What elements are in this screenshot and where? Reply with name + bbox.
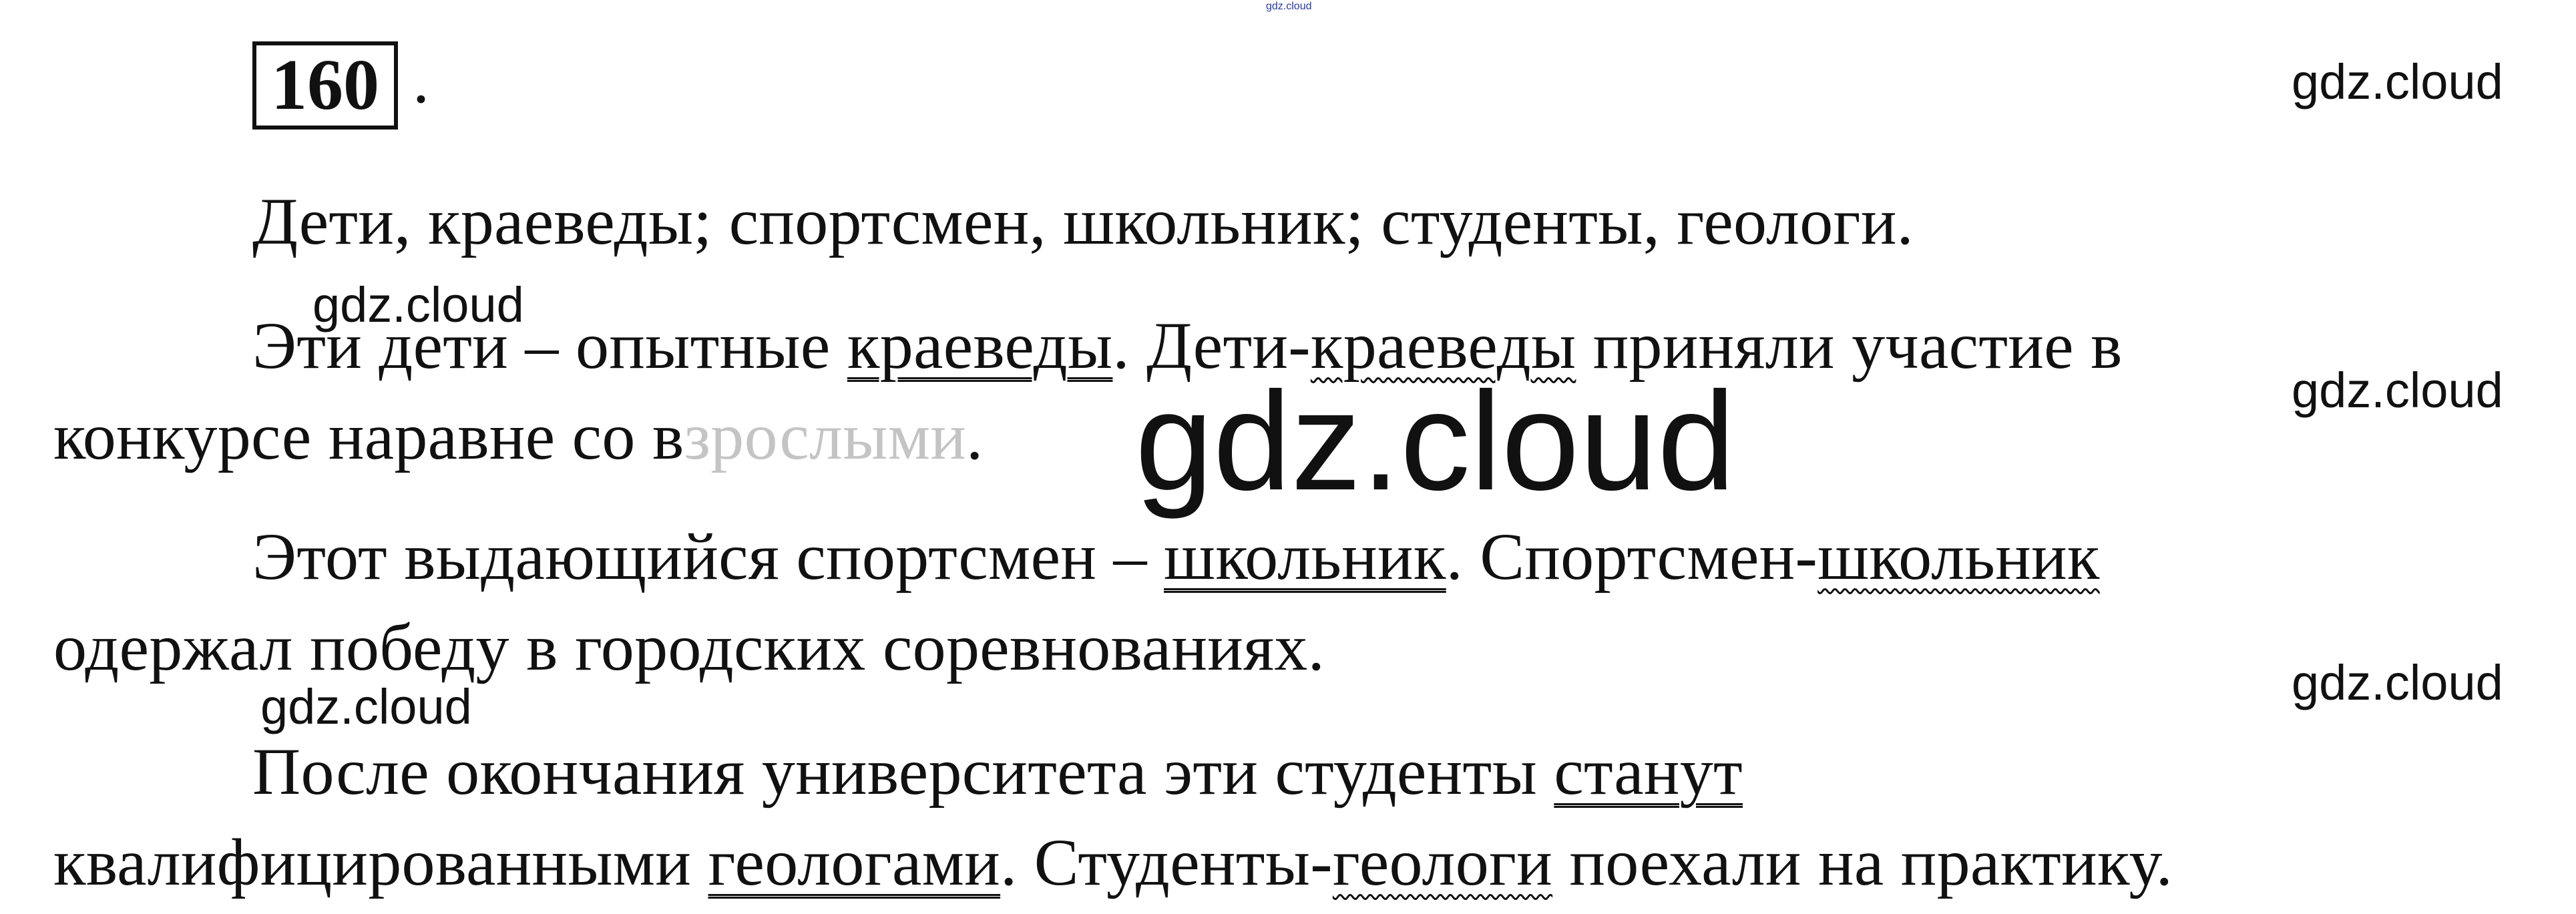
- page: gdz.cloud 160 . gdz.cloud Дети, краеведы…: [0, 0, 2576, 914]
- p3-text-b: квалифицированными: [53, 825, 708, 899]
- p1-text-faded: зрослыми: [684, 399, 967, 473]
- watermark-right-mid: gdz.cloud: [2292, 363, 2503, 418]
- p3-line2: квалифицированными геологами. Студенты-г…: [53, 829, 2173, 896]
- p3-text-d: поехали на практику.: [1552, 825, 2173, 899]
- p2-text-b: . Спортсмен-: [1446, 519, 1818, 594]
- p1-text-a: Эти дети – опытные: [252, 308, 847, 383]
- p1-predicate-underlined: краеведы: [847, 308, 1113, 383]
- watermark-tiny: gdz.cloud: [1266, 1, 1312, 12]
- watermark-right-top: gdz.cloud: [2292, 54, 2503, 109]
- p2-line2: одержал победу в городских соревнованиях…: [53, 614, 1325, 681]
- p1-text-e: .: [966, 399, 984, 473]
- p2-attachment-wavy: школьник: [1817, 519, 2100, 594]
- exercise-number: 160: [271, 45, 379, 125]
- p3-line1: После окончания университета эти студент…: [252, 738, 1743, 805]
- watermark-left-low: gdz.cloud: [260, 679, 472, 734]
- watermark-right-low: gdz.cloud: [2292, 655, 2503, 710]
- intro-line: Дети, краеведы; спортсмен, школьник; сту…: [252, 188, 1914, 255]
- exercise-number-box: 160: [252, 41, 398, 130]
- p2-predicate-underlined: школьник: [1164, 519, 1446, 594]
- exercise-number-dot: .: [413, 43, 429, 117]
- p1-text-d: конкурсе наравне со в: [53, 399, 684, 473]
- watermark-big-center: gdz.cloud: [1135, 363, 1735, 519]
- p2-text-a: Этот выдающийся спортсмен –: [252, 519, 1164, 594]
- p3-attachment-wavy: геологи: [1332, 825, 1553, 899]
- p3-predicate-underlined: станут: [1554, 734, 1743, 809]
- p3-text-a: После окончания университета эти студент…: [252, 734, 1554, 809]
- p3-text-c: . Студенты-: [1000, 825, 1333, 899]
- p3-predicate-part-underlined: геологами: [708, 825, 1001, 899]
- p1-line2: конкурсе наравне со взрослыми.: [53, 403, 983, 470]
- p2-text-c: одержал победу в городских соревнованиях…: [53, 610, 1325, 684]
- intro-text: Дети, краеведы; спортсмен, школьник; сту…: [252, 184, 1914, 258]
- p2-line1: Этот выдающийся спортсмен – школьник. Сп…: [252, 523, 2100, 590]
